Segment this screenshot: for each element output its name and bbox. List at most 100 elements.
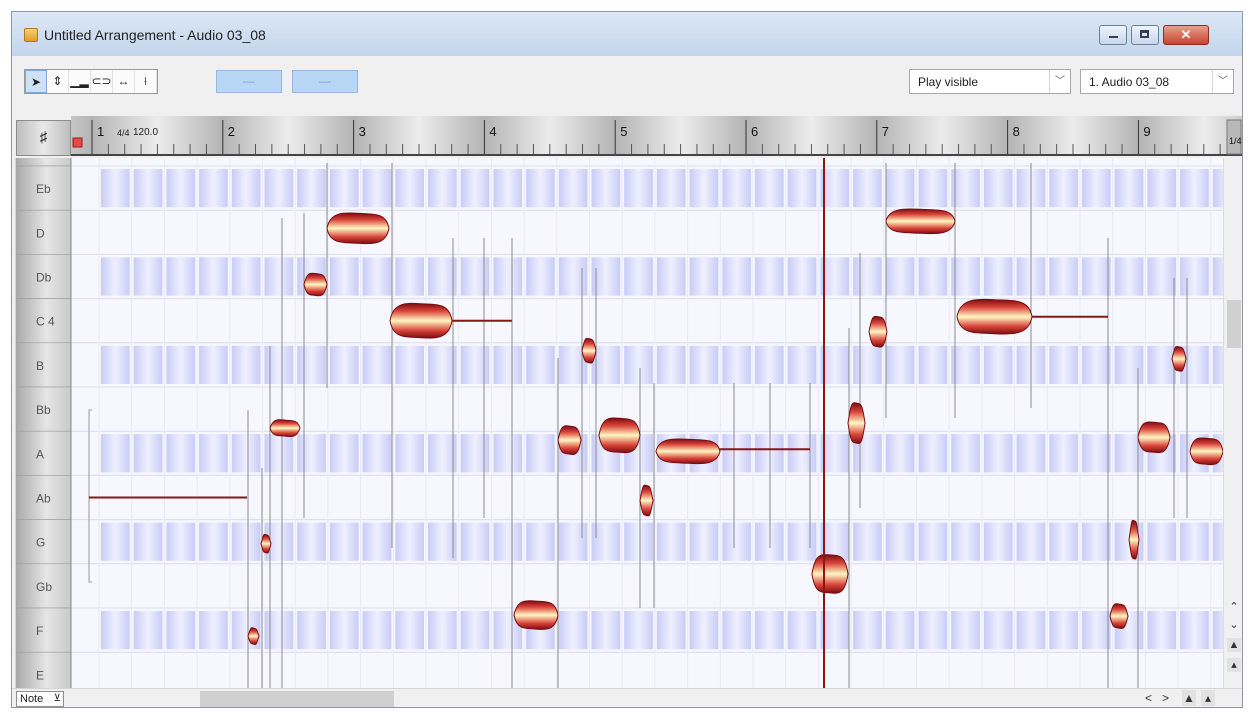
grid-cell <box>166 345 196 384</box>
main-tool-button[interactable]: ➤ <box>25 70 47 93</box>
pitch-label-d: D <box>36 226 45 240</box>
timeline-ruler[interactable]: 1 2 3 4 5 6 7 8 9 4/4 120.0 1/4 <box>71 116 1243 156</box>
grid-cell <box>231 169 261 208</box>
grid-cell <box>1147 522 1177 561</box>
grid-cell <box>722 169 751 208</box>
grid-cell <box>885 169 915 208</box>
minimize-button[interactable] <box>1099 25 1127 45</box>
macro-button-1[interactable]: — <box>216 70 282 93</box>
grid-cell <box>853 611 882 650</box>
arrow-pointer-icon: ➤ <box>30 75 42 89</box>
macro-button-2[interactable]: — <box>292 70 358 93</box>
grid-cell <box>428 257 457 296</box>
grid-resolution: 1/4 <box>1229 136 1242 146</box>
scroll-left-icon[interactable]: < <box>1145 690 1152 706</box>
bar-number-4: 4 <box>489 124 496 139</box>
title-bar[interactable]: Untitled Arrangement - Audio 03_08 ✕ <box>12 12 1242 56</box>
vertical-scrollbar[interactable]: ⌃ ⌄ ▲ ▴ <box>1223 158 1242 688</box>
grid-cell <box>558 257 588 296</box>
scroll-up-icon[interactable]: ⌃ <box>1227 600 1241 614</box>
note-editor[interactable]: Eb D Db C 4 B Bb A Ab G Gb F E <box>12 158 1223 688</box>
horizontal-scroll-thumb[interactable] <box>200 691 394 707</box>
grid-cell <box>460 611 490 650</box>
grid-cell <box>787 522 817 561</box>
grid-cell <box>395 257 424 296</box>
grid-cell <box>656 257 686 296</box>
grid-cell <box>624 169 653 208</box>
grid-cell <box>689 257 719 296</box>
grid-cell <box>656 611 686 650</box>
grid-cell <box>787 611 817 650</box>
grid-cell <box>951 434 980 473</box>
grid-cell <box>918 522 948 561</box>
note-blob <box>389 302 453 339</box>
grid-cell <box>199 169 228 208</box>
grid-cell <box>755 434 784 473</box>
pitch-label-a: A <box>36 447 44 461</box>
grid-cell <box>1147 611 1177 650</box>
amplitude-tool-button[interactable]: ▁▂ <box>69 70 91 93</box>
grid-cell <box>1114 169 1144 208</box>
grid-cell <box>460 169 490 208</box>
grid-cell <box>297 434 326 473</box>
grid-cell <box>101 434 130 473</box>
formant-icon: ⊂⊃ <box>91 74 112 88</box>
pitch-key <box>15 158 72 167</box>
separation-icon: ⟊ <box>143 74 148 88</box>
note-blob <box>557 425 582 455</box>
horizontal-zoom-in-icon[interactable]: ▲ <box>1182 690 1196 706</box>
grid-cell <box>1049 434 1078 473</box>
grid-cell <box>133 522 163 561</box>
horizontal-scrollbar[interactable] <box>72 691 1132 707</box>
note-blob <box>655 438 721 465</box>
grid-cell <box>133 169 163 208</box>
grid-cell <box>1114 257 1144 296</box>
grid-cell <box>166 522 196 561</box>
time-tool-button[interactable]: ↔ <box>113 70 135 93</box>
grid-cell <box>755 257 784 296</box>
vertical-zoom-in-icon[interactable]: ▲ <box>1227 638 1241 652</box>
grid-cell <box>264 169 294 208</box>
close-button[interactable]: ✕ <box>1163 25 1209 45</box>
chevron-down-icon: ﹀ <box>1049 70 1070 93</box>
pitch-label-f: F <box>36 624 43 638</box>
grid-cell <box>460 257 490 296</box>
bar-number-5: 5 <box>620 124 627 139</box>
separation-tool-button[interactable]: ⟊ <box>135 70 157 93</box>
grid-cell <box>951 611 980 650</box>
vertical-scroll-thumb[interactable] <box>1227 300 1241 348</box>
maximize-button[interactable] <box>1131 25 1159 45</box>
note-mode-select[interactable]: Note ⊻ <box>16 691 64 707</box>
grid-cell <box>264 611 294 650</box>
grid-cell <box>428 434 457 473</box>
play-mode-select[interactable]: Play visible ﹀ <box>909 69 1071 94</box>
pitch-label-ab: Ab <box>36 492 51 506</box>
track-select[interactable]: 1. Audio 03_08 ﹀ <box>1080 69 1234 94</box>
scroll-down-icon[interactable]: ⌄ <box>1227 618 1241 632</box>
vertical-zoom-out-icon[interactable]: ▴ <box>1227 658 1241 672</box>
scale-snap-icon[interactable]: ♯ <box>16 120 71 156</box>
app-icon <box>24 28 38 42</box>
bar-number-6: 6 <box>751 124 758 139</box>
grid-cell <box>428 522 457 561</box>
grid-cell <box>297 169 326 208</box>
grid-cell <box>853 522 882 561</box>
grid-cell <box>853 257 882 296</box>
grid-cell <box>787 345 817 384</box>
grid-cell <box>101 169 130 208</box>
grid-cell <box>853 169 882 208</box>
pitch-tool-button[interactable]: ⇕ <box>47 70 69 93</box>
note-blob <box>956 298 1033 335</box>
horizontal-zoom-out-icon[interactable]: ▴ <box>1201 690 1215 706</box>
scroll-right-icon[interactable]: > <box>1162 690 1169 706</box>
grid-cell <box>526 345 555 384</box>
formant-tool-button[interactable]: ⊂⊃ <box>91 70 113 93</box>
grid-cell <box>787 434 817 473</box>
grid-cell <box>983 611 1013 650</box>
pitch-arrows-icon: ⇕ <box>52 74 63 88</box>
minimize-icon <box>1109 36 1118 38</box>
grid-cell <box>166 434 196 473</box>
grid-cell <box>755 611 784 650</box>
grid-cell <box>1016 434 1046 473</box>
editor-window: Untitled Arrangement - Audio 03_08 ✕ ➤ ⇕… <box>11 11 1243 708</box>
